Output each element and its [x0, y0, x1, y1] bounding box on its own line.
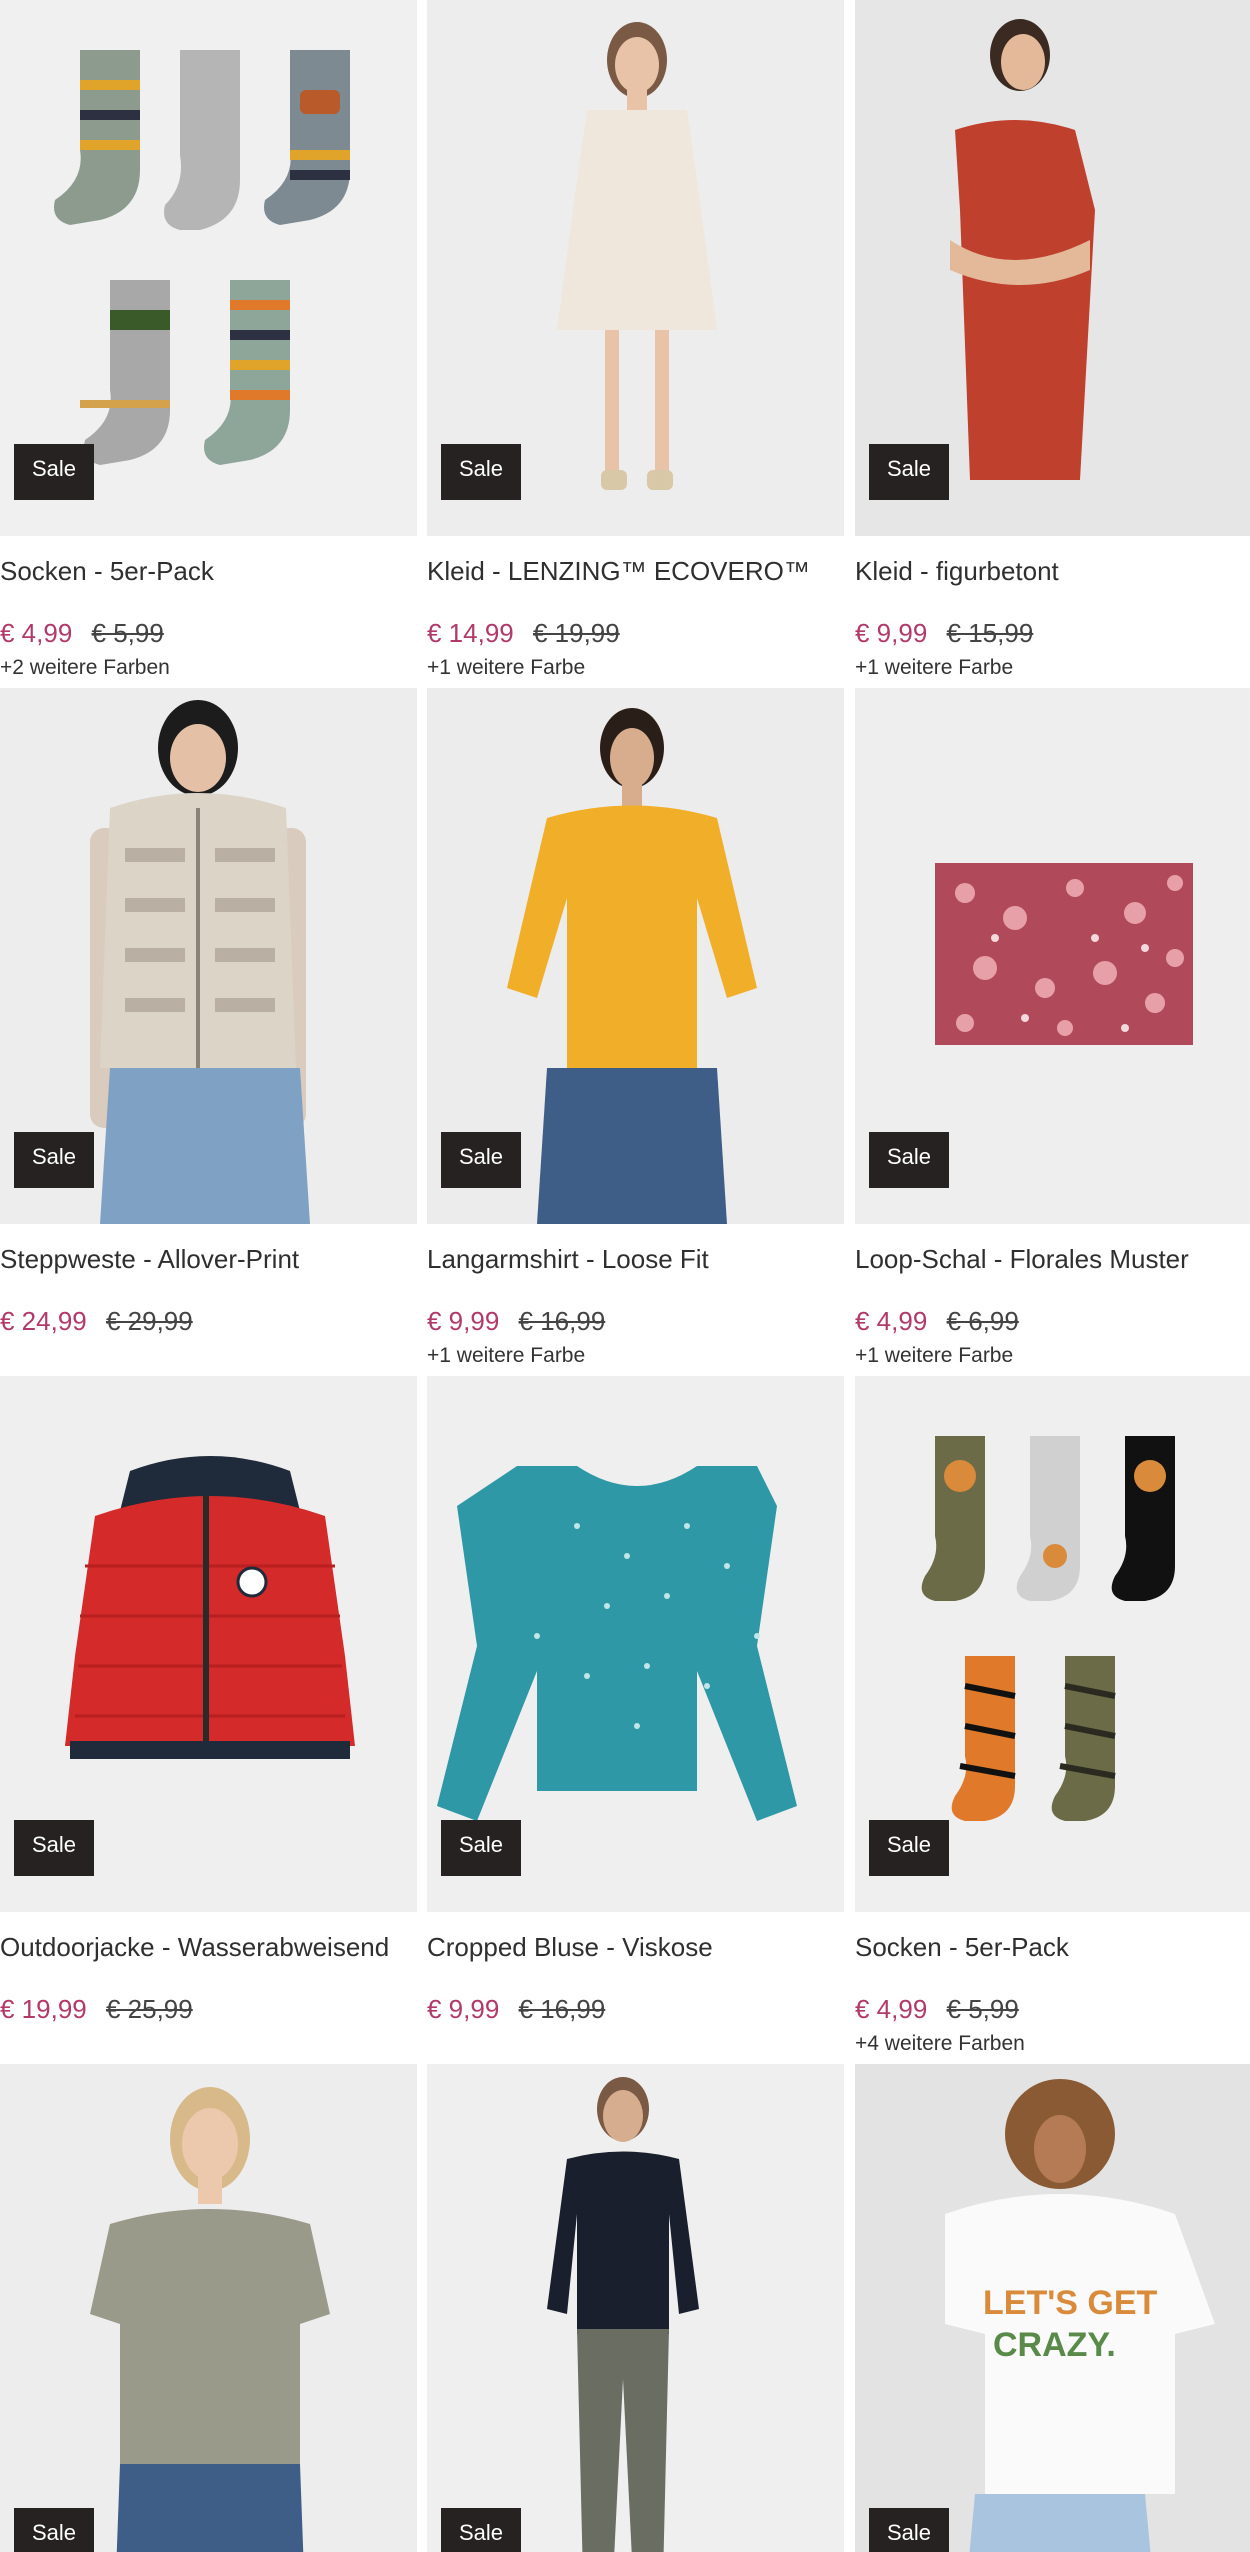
product-image[interactable]: Sale — [855, 688, 1250, 1224]
product-image[interactable]: Sale — [855, 1376, 1250, 1912]
sale-price: € 4,99 — [0, 618, 73, 648]
original-price: € 19,99 — [532, 618, 620, 648]
sale-badge: Sale — [869, 2508, 949, 2552]
price-row: € 14,99 € 19,99 — [427, 618, 620, 649]
product-name[interactable]: Socken - 5er-Pack — [855, 1932, 1250, 1963]
sale-price: € 14,99 — [427, 618, 514, 648]
original-price: € 29,99 — [105, 1306, 193, 1336]
navy-sweater-image — [427, 2064, 844, 2552]
sale-badge: Sale — [14, 1132, 94, 1188]
more-colors-link[interactable]: +1 weitere Farbe — [855, 656, 1013, 680]
product-image[interactable]: Sale — [427, 688, 844, 1224]
more-colors-link[interactable]: +1 weitere Farbe — [427, 656, 585, 680]
product-card[interactable]: Sale Outdoorjacke - Wasserabweisend € 19… — [0, 1376, 417, 2024]
price-row: € 4,99 € 5,99 — [0, 618, 164, 649]
product-card[interactable]: Sale Kleid - LENZING™ ECOVERO™ € 14,99 €… — [427, 0, 844, 679]
product-name[interactable]: Loop-Schal - Florales Muster — [855, 1244, 1250, 1275]
sale-badge: Sale — [14, 1820, 94, 1876]
price-row: € 4,99 € 5,99 — [855, 1994, 1019, 2025]
sale-price: € 9,99 — [855, 618, 928, 648]
product-card[interactable]: Sale — [0, 2064, 417, 2552]
sale-price: € 9,99 — [427, 1994, 500, 2024]
sale-price: € 4,99 — [855, 1306, 928, 1336]
sale-badge: Sale — [869, 1820, 949, 1876]
product-card[interactable]: Sale Kleid - figurbetont € 9,99 € 15,99 … — [855, 0, 1250, 679]
product-image[interactable]: Sale — [0, 2064, 417, 2552]
product-card[interactable]: LET'S GET CRAZY. Sale — [855, 2064, 1250, 2552]
product-card[interactable]: Sale Socken - 5er-Pack € 4,99 € 5,99 +4 … — [855, 1376, 1250, 2055]
product-card[interactable]: Sale Langarmshirt - Loose Fit € 9,99 € 1… — [427, 688, 844, 1367]
product-image[interactable]: Sale — [0, 1376, 417, 1912]
product-name[interactable]: Outdoorjacke - Wasserabweisend — [0, 1932, 417, 1963]
product-name[interactable]: Cropped Bluse - Viskose — [427, 1932, 844, 1963]
product-card[interactable]: Sale Cropped Bluse - Viskose € 9,99 € 16… — [427, 1376, 844, 2024]
product-card[interactable]: Sale Socken - 5er-Pack € 4,99 € 5,99 +2 … — [0, 0, 417, 679]
sale-badge: Sale — [441, 2508, 521, 2552]
product-image[interactable]: Sale — [427, 2064, 844, 2552]
price-row: € 24,99 € 29,99 — [0, 1306, 193, 1337]
sale-price: € 24,99 — [0, 1306, 87, 1336]
product-name[interactable]: Langarmshirt - Loose Fit — [427, 1244, 844, 1275]
price-row: € 19,99 € 25,99 — [0, 1994, 193, 2025]
print-text-line2: CRAZY. — [993, 2326, 1116, 2364]
product-name[interactable]: Kleid - LENZING™ ECOVERO™ — [427, 556, 844, 587]
sale-price: € 19,99 — [0, 1994, 87, 2024]
grey-tshirt-image — [0, 2064, 417, 2552]
more-colors-link[interactable]: +4 weitere Farben — [855, 2032, 1025, 2056]
price-row: € 9,99 € 16,99 — [427, 1994, 605, 2025]
original-price: € 15,99 — [946, 618, 1034, 648]
product-image[interactable]: Sale — [427, 0, 844, 536]
sale-badge: Sale — [441, 1132, 521, 1188]
original-price: € 5,99 — [946, 1994, 1019, 2024]
original-price: € 5,99 — [91, 618, 164, 648]
product-image[interactable]: Sale — [855, 0, 1250, 536]
original-price: € 6,99 — [946, 1306, 1019, 1336]
sale-badge: Sale — [14, 2508, 94, 2552]
print-text-line1: LET'S GET — [983, 2284, 1158, 2322]
original-price: € 16,99 — [518, 1306, 606, 1336]
sale-price: € 9,99 — [427, 1306, 500, 1336]
price-row: € 9,99 € 15,99 — [855, 618, 1033, 649]
original-price: € 25,99 — [105, 1994, 193, 2024]
more-colors-link[interactable]: +2 weitere Farben — [0, 656, 170, 680]
more-colors-link[interactable]: +1 weitere Farbe — [855, 1344, 1013, 1368]
product-card[interactable]: Sale Loop-Schal - Florales Muster € 4,99… — [855, 688, 1250, 1367]
price-row: € 4,99 € 6,99 — [855, 1306, 1019, 1337]
sale-badge: Sale — [869, 1132, 949, 1188]
more-colors-link[interactable]: +1 weitere Farbe — [427, 1344, 585, 1368]
product-image[interactable]: Sale — [0, 0, 417, 536]
product-image[interactable]: Sale — [0, 688, 417, 1224]
sale-badge: Sale — [441, 1820, 521, 1876]
product-card[interactable]: Sale Steppweste - Allover-Print € 24,99 … — [0, 688, 417, 1336]
white-print-tshirt-image: LET'S GET CRAZY. — [855, 2064, 1250, 2552]
product-card[interactable]: Sale — [427, 2064, 844, 2552]
product-name[interactable]: Steppweste - Allover-Print — [0, 1244, 417, 1275]
product-name[interactable]: Kleid - figurbetont — [855, 556, 1250, 587]
product-name[interactable]: Socken - 5er-Pack — [0, 556, 417, 587]
product-image[interactable]: Sale — [427, 1376, 844, 1912]
original-price: € 16,99 — [518, 1994, 606, 2024]
sale-badge: Sale — [441, 444, 521, 500]
sale-badge: Sale — [869, 444, 949, 500]
sale-price: € 4,99 — [855, 1994, 928, 2024]
product-image[interactable]: LET'S GET CRAZY. Sale — [855, 2064, 1250, 2552]
price-row: € 9,99 € 16,99 — [427, 1306, 605, 1337]
sale-badge: Sale — [14, 444, 94, 500]
